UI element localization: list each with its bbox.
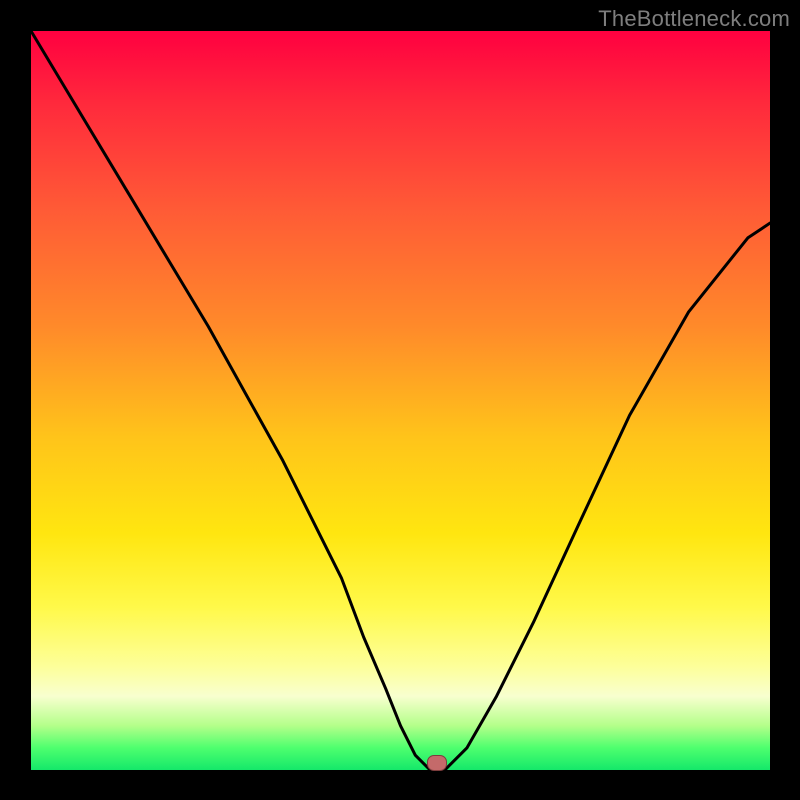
watermark-text: TheBottleneck.com (598, 6, 790, 32)
chart-frame: TheBottleneck.com (0, 0, 800, 800)
bottleneck-curve (31, 31, 770, 770)
curve-svg (31, 31, 770, 770)
plot-area (31, 31, 770, 770)
optimal-point-marker (427, 755, 447, 771)
